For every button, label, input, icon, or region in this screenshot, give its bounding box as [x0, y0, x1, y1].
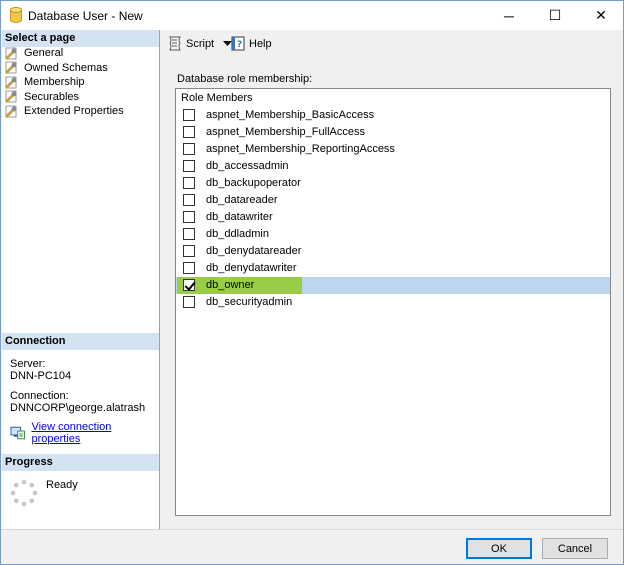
role-members-grid[interactable]: Role Members aspnet_Membership_BasicAcce…: [175, 88, 611, 516]
role-name: db_backupoperator: [206, 177, 301, 189]
wrench-page-icon: [5, 47, 17, 60]
ok-button[interactable]: OK: [466, 538, 532, 559]
role-row[interactable]: db_accessadmin: [176, 158, 610, 175]
role-name: db_accessadmin: [206, 160, 289, 172]
role-name: aspnet_Membership_BasicAccess: [206, 109, 375, 121]
role-name: db_securityadmin: [206, 296, 293, 308]
membership-page: Database role membership: Role Members a…: [161, 57, 623, 529]
role-checkbox-checked[interactable]: [183, 279, 195, 291]
svg-text:?: ?: [237, 40, 242, 50]
connection-label: Connection:: [10, 390, 69, 402]
page-item-extended-properties[interactable]: Extended Properties: [4, 104, 154, 119]
view-connection-properties[interactable]: View connection properties: [10, 421, 159, 445]
column-header-role-members: Role Members: [181, 92, 253, 104]
maximize-button[interactable]: ☐: [532, 1, 578, 30]
connection-value: DNNCORP\george.alatrash: [10, 402, 146, 414]
role-name: db_datawriter: [206, 211, 273, 223]
role-checkbox[interactable]: [183, 194, 195, 206]
select-page-header: Select a page: [2, 30, 159, 47]
page-item-label: Membership: [24, 76, 85, 89]
role-name: db_ddladmin: [206, 228, 269, 240]
page-list: General Owned Schemas Membership Securab…: [4, 46, 154, 119]
page-item-label: Owned Schemas: [24, 61, 108, 74]
script-icon: [169, 36, 181, 51]
role-row[interactable]: aspnet_Membership_ReportingAccess: [176, 141, 610, 158]
progress-status: Ready: [46, 479, 78, 491]
role-checkbox[interactable]: [183, 109, 195, 121]
role-row[interactable]: db_denydatawriter: [176, 260, 610, 277]
role-row[interactable]: db_datawriter: [176, 209, 610, 226]
role-checkbox[interactable]: [183, 160, 195, 172]
role-row[interactable]: aspnet_Membership_FullAccess: [176, 124, 610, 141]
page-item-owned-schemas[interactable]: Owned Schemas: [4, 61, 154, 76]
role-row[interactable]: db_securityadmin: [176, 294, 610, 311]
role-checkbox[interactable]: [183, 211, 195, 223]
page-item-securables[interactable]: Securables: [4, 90, 154, 105]
toolbar: Script ? Help: [161, 30, 623, 58]
window-title: Database User - New: [28, 9, 143, 23]
role-row[interactable]: db_denydatareader: [176, 243, 610, 260]
role-name: db_denydatawriter: [206, 262, 297, 274]
role-row[interactable]: db_ddladmin: [176, 226, 610, 243]
connection-header: Connection: [2, 333, 159, 350]
role-row-selected[interactable]: db_owner: [176, 277, 610, 294]
role-name: db_datareader: [206, 194, 278, 206]
server-label: Server:: [10, 358, 46, 370]
left-panel: Select a page General Owned Schemas Memb…: [2, 30, 160, 529]
wrench-page-icon: [5, 76, 17, 89]
role-row[interactable]: db_backupoperator: [176, 175, 610, 192]
wrench-page-icon: [5, 105, 17, 118]
role-checkbox[interactable]: [183, 143, 195, 155]
page-item-label: Extended Properties: [24, 105, 124, 118]
script-button[interactable]: Script: [167, 36, 233, 51]
minimize-button[interactable]: ─: [486, 1, 532, 30]
title-bar: Database User - New ─ ☐ ✕: [1, 1, 623, 30]
role-checkbox[interactable]: [183, 177, 195, 189]
close-button[interactable]: ✕: [578, 1, 624, 30]
progress-spinner-icon: [10, 479, 38, 507]
role-checkbox[interactable]: [183, 126, 195, 138]
page-item-label: Securables: [24, 90, 80, 103]
help-button[interactable]: ? Help: [230, 36, 272, 51]
role-name: db_owner: [206, 279, 255, 291]
role-checkbox[interactable]: [183, 228, 195, 240]
help-book-icon: ?: [231, 36, 245, 51]
page-item-membership[interactable]: Membership: [4, 75, 154, 90]
database-user-dialog: Database User - New ─ ☐ ✕ Select a page …: [0, 0, 624, 565]
help-label: Help: [249, 37, 272, 50]
role-name: aspnet_Membership_FullAccess: [206, 126, 365, 138]
role-name: db_denydatareader: [206, 245, 302, 257]
role-checkbox[interactable]: [183, 262, 195, 274]
dialog-button-bar: OK Cancel: [1, 529, 623, 564]
progress-header: Progress: [2, 454, 159, 471]
role-row[interactable]: db_datareader: [176, 192, 610, 209]
script-label: Script: [186, 37, 215, 50]
wrench-page-icon: [5, 61, 17, 75]
server-value: DNN-PC104: [10, 370, 72, 382]
cancel-button[interactable]: Cancel: [542, 538, 608, 559]
role-membership-label: Database role membership:: [177, 73, 313, 85]
maximize-icon: ☐: [548, 7, 562, 23]
wrench-page-icon: [5, 90, 17, 104]
role-checkbox[interactable]: [183, 245, 195, 257]
role-name: aspnet_Membership_ReportingAccess: [206, 143, 395, 155]
role-checkbox[interactable]: [183, 296, 195, 308]
page-item-label: General: [24, 47, 64, 60]
role-row[interactable]: aspnet_Membership_BasicAccess: [176, 107, 610, 124]
connection-properties-icon: [10, 426, 25, 440]
minimize-icon: ─: [504, 7, 514, 24]
database-icon: [10, 7, 22, 23]
close-icon: ✕: [595, 7, 607, 23]
view-connection-properties-link[interactable]: View connection properties: [31, 421, 159, 445]
page-item-general[interactable]: General: [4, 46, 154, 61]
